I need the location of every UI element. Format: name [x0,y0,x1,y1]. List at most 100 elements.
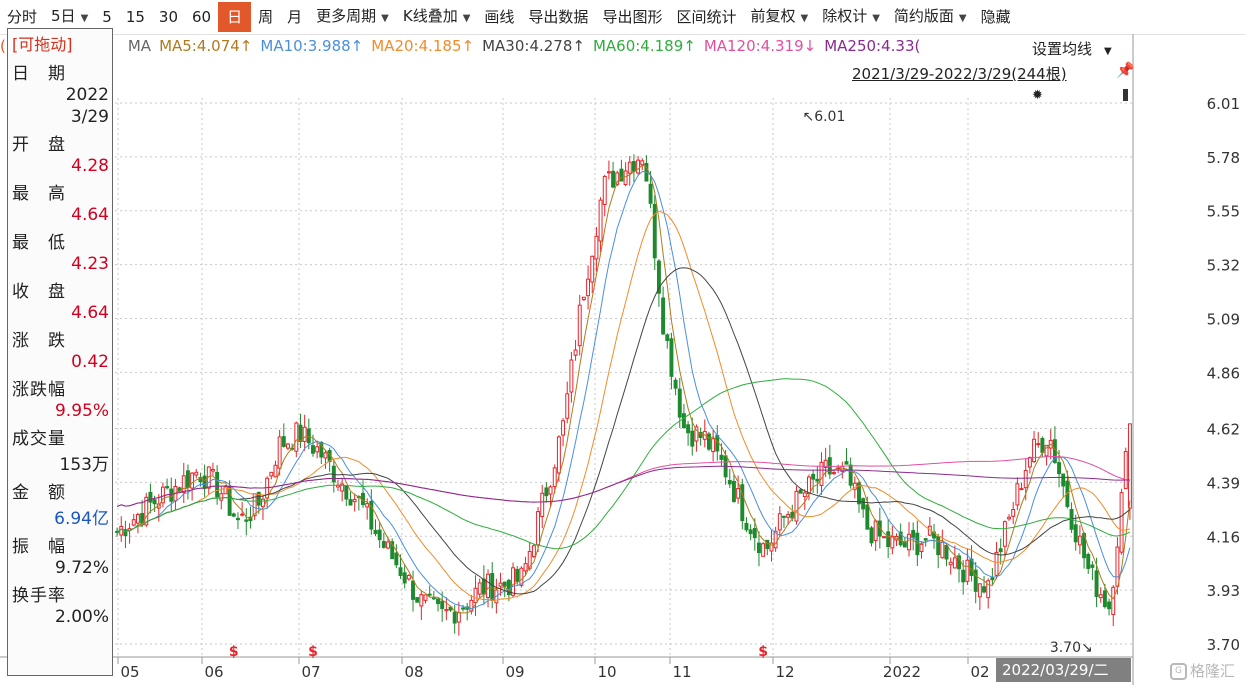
candle-body[interactable] [452,611,457,624]
candle-body[interactable] [865,504,870,530]
candle-body[interactable] [294,422,299,452]
candle-body[interactable] [244,519,249,522]
candle-body[interactable] [548,486,553,495]
candle-body[interactable] [669,338,674,377]
candle-body[interactable] [461,607,465,610]
candle-body[interactable] [477,582,482,595]
candle-body[interactable] [490,573,495,601]
candle-body[interactable] [377,529,382,541]
candle-body[interactable] [502,581,507,587]
candle-body[interactable] [286,443,290,449]
candle-body[interactable] [1098,594,1103,599]
candle-body[interactable] [1027,457,1032,468]
dividend-marker-icon[interactable]: $ [758,644,768,660]
candle-body[interactable] [736,487,741,499]
candle-body[interactable] [269,471,274,477]
candle-body[interactable] [185,470,190,488]
candle-body[interactable] [1123,451,1128,490]
dividend-marker-icon[interactable]: $ [229,644,239,660]
candle-body[interactable] [402,572,407,584]
candle-body[interactable] [1119,492,1124,553]
candle-body[interactable] [782,515,786,518]
candle-body[interactable] [873,520,878,542]
candle-body[interactable] [752,528,757,539]
candle-body[interactable] [727,480,732,485]
candle-body[interactable] [148,491,153,503]
candle-body[interactable] [365,503,370,508]
pin-icon[interactable]: 📌 [1116,61,1135,79]
toolbar-item-3[interactable]: 15 [119,0,152,34]
candle-body[interactable] [131,519,136,526]
toolbar-item-9[interactable]: 更多周期 ▼ [309,0,396,34]
candle-body[interactable] [577,304,582,347]
candle-body[interactable] [961,569,966,583]
candle-body[interactable] [398,567,403,576]
candle-body[interactable] [886,531,891,548]
candle-body[interactable] [627,161,632,174]
candle-body[interactable] [907,533,911,551]
candle-body[interactable] [998,548,1003,553]
candle-body[interactable] [673,379,678,389]
candle-body[interactable] [1036,443,1041,446]
candle-body[interactable] [944,545,949,560]
candle-body[interactable] [1077,535,1082,546]
candle-body[interactable] [431,597,436,600]
candle-body[interactable] [869,527,874,544]
candle-body[interactable] [273,464,278,478]
candle-body[interactable] [406,574,411,580]
candle-body[interactable] [652,203,657,259]
candle-body[interactable] [231,513,236,517]
candle-body[interactable] [394,552,399,566]
candle-body[interactable] [777,513,782,531]
candle-body[interactable] [1090,564,1095,568]
candle-body[interactable] [686,424,691,434]
candle-body[interactable] [1086,553,1091,569]
candle-body[interactable] [982,586,986,593]
candle-body[interactable] [965,559,970,582]
candle-body[interactable] [473,587,478,604]
candle-body[interactable] [948,561,953,566]
candle-body[interactable] [1115,546,1120,587]
candle-body[interactable] [798,489,803,494]
candle-body[interactable] [923,538,928,541]
candle-body[interactable] [1061,473,1066,487]
candle-body[interactable] [352,499,357,503]
drag-handle-label[interactable]: [可拖动] [8,29,112,57]
candle-body[interactable] [677,388,682,418]
toolbar-item-12[interactable]: 导出数据 [521,0,595,34]
candle-body[interactable] [498,582,503,587]
candle-body[interactable] [315,446,320,453]
candle-body[interactable] [611,170,616,188]
candle-body[interactable] [152,499,157,505]
ma-legend-item[interactable]: MA20:4.185↑ [371,37,474,55]
toolbar-item-10[interactable]: K线叠加 ▼ [396,0,478,34]
candle-body[interactable] [561,420,566,436]
candle-body[interactable] [602,175,607,205]
candle-body[interactable] [690,430,695,447]
candle-body[interactable] [165,486,170,489]
candle-body[interactable] [181,475,186,493]
candle-body[interactable] [440,600,445,609]
candle-body[interactable] [240,513,245,516]
toolbar-item-17[interactable]: 简约版面 ▼ [887,0,974,34]
candle-body[interactable] [802,492,807,498]
candle-body[interactable] [235,517,240,521]
candle-body[interactable] [952,557,957,569]
candle-body[interactable] [786,513,791,518]
candle-body[interactable] [344,485,349,500]
candle-body[interactable] [606,171,611,174]
candle-body[interactable] [681,413,686,428]
candle-body[interactable] [531,545,536,558]
candle-body[interactable] [298,424,303,443]
candle-body[interactable] [536,511,541,546]
candle-body[interactable] [811,473,816,480]
candle-body[interactable] [210,468,215,472]
candle-body[interactable] [281,436,286,447]
candle-body[interactable] [990,577,995,581]
candle-body[interactable] [631,161,636,172]
toolbar-item-5[interactable]: 60 [185,0,218,34]
candle-body[interactable] [323,452,328,459]
candle-body[interactable] [1111,586,1116,615]
candle-body[interactable] [1023,469,1028,489]
toolbar-item-7[interactable]: 周 [251,0,280,34]
